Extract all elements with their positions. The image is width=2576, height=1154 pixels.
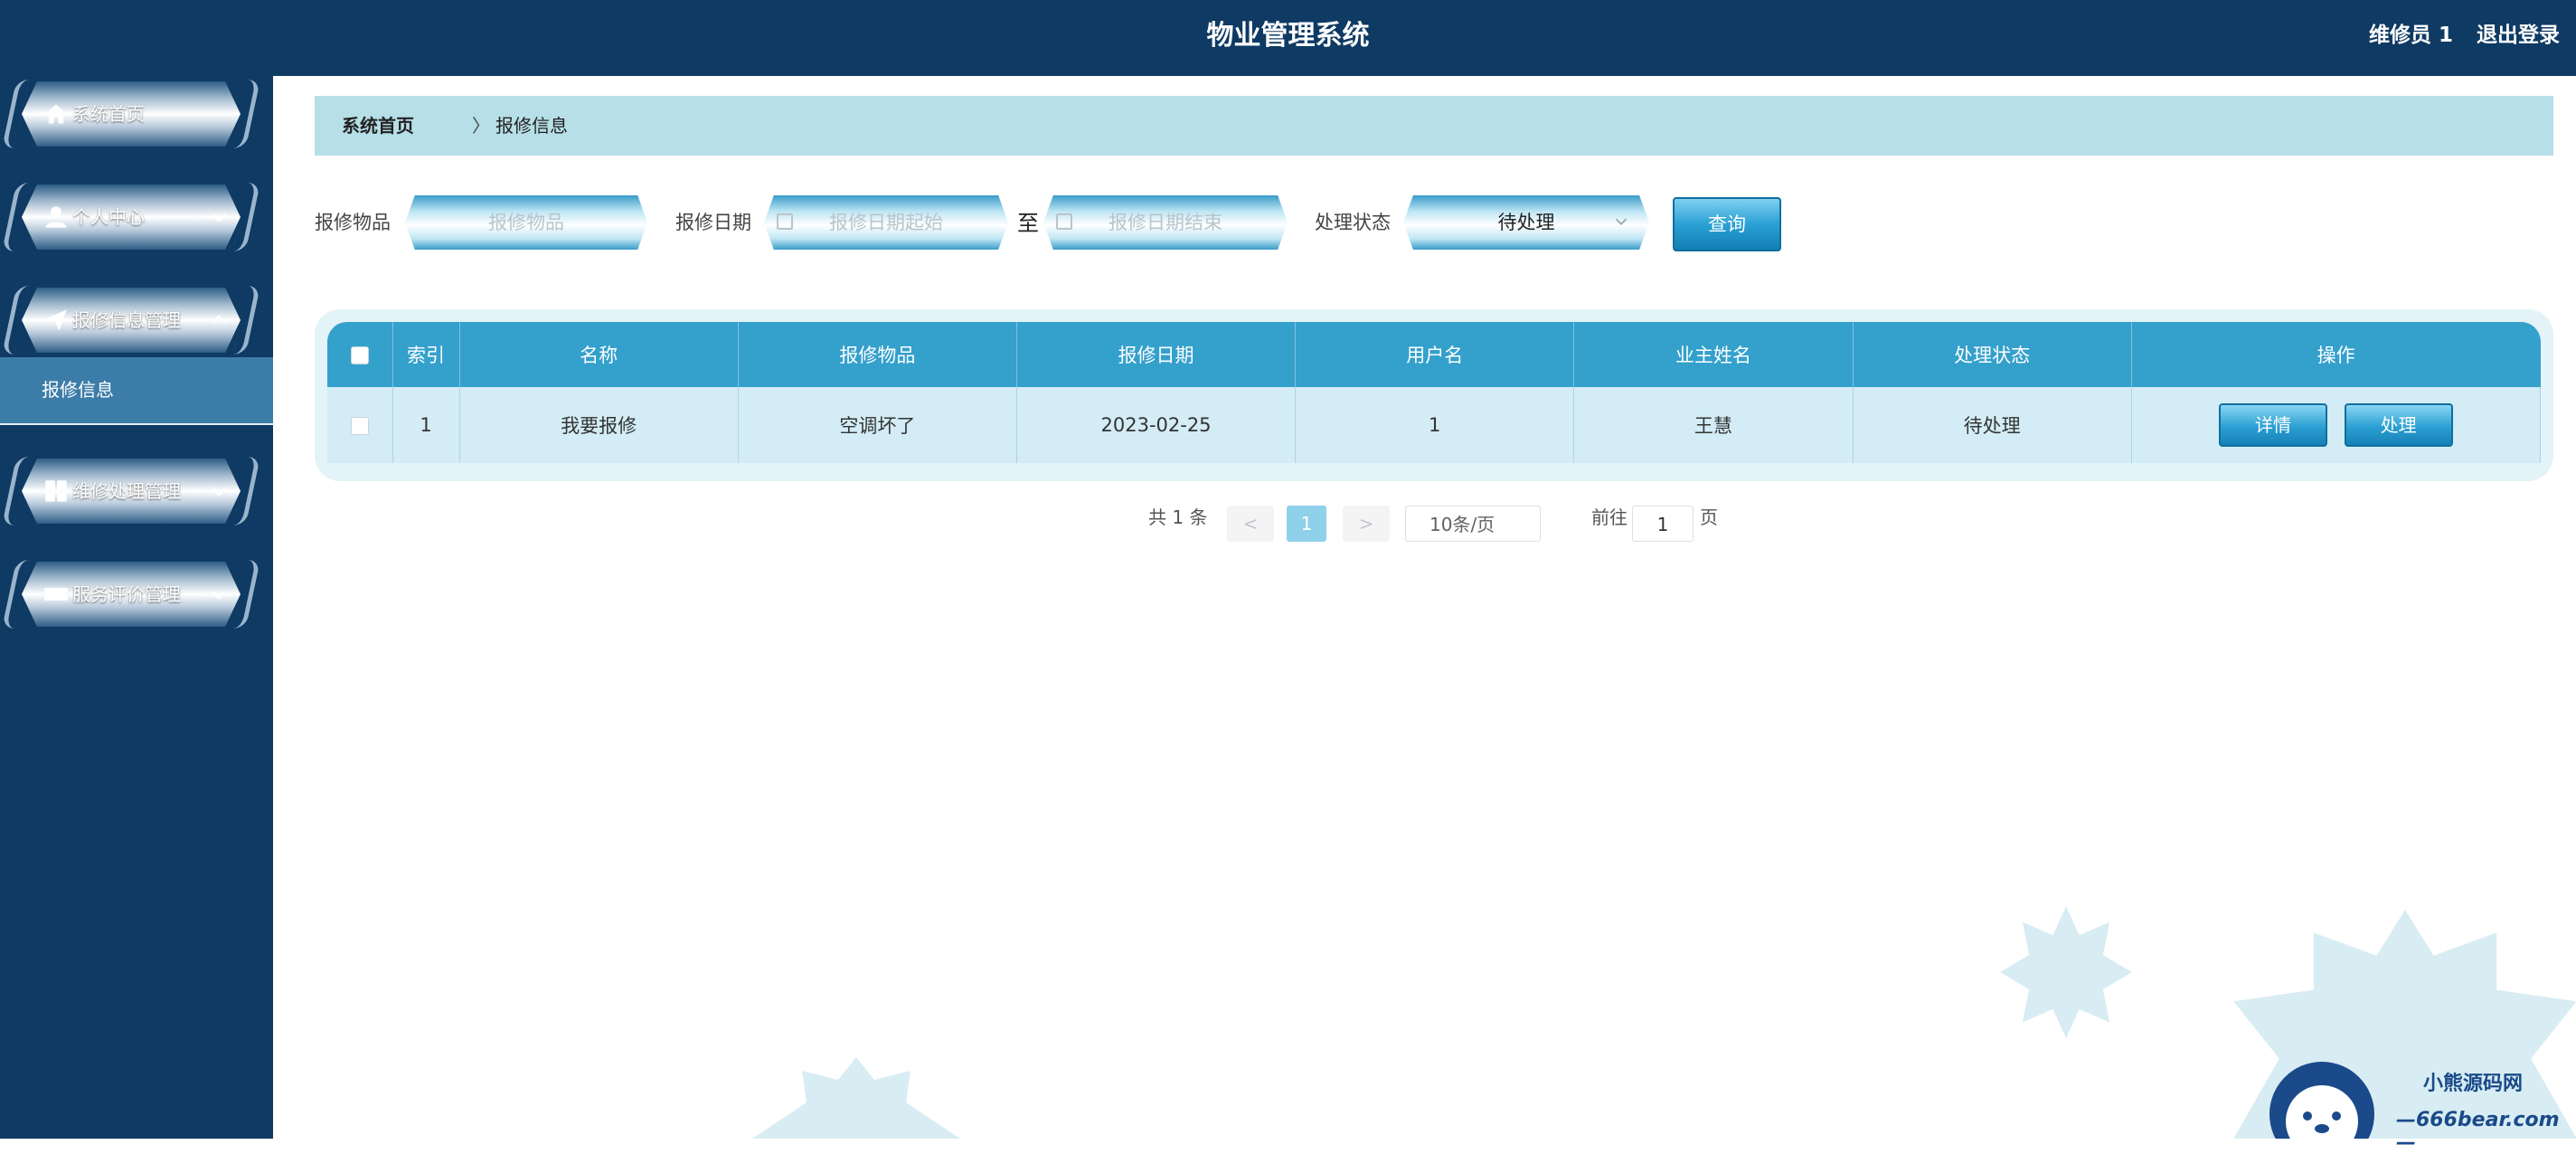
goto-label: 前往 — [1591, 506, 1628, 528]
repair-table: 索引 名称 报修物品 报修日期 用户名 业主姓名 处理状态 操作 1 我要报修 — [327, 322, 2542, 463]
column-header[interactable]: 处理状态 — [1853, 322, 2132, 387]
goto-suffix: 页 — [1700, 506, 1718, 528]
star-decoration — [752, 1057, 960, 1139]
chevron-up-icon — [212, 315, 226, 324]
calendar-icon — [1056, 213, 1072, 230]
breadcrumb: 系统首页 〉 报修信息 — [315, 96, 2553, 156]
column-header[interactable]: 报修日期 — [1016, 322, 1297, 387]
cell-date: 2023-02-25 — [1016, 387, 1297, 463]
user-icon — [45, 206, 67, 228]
chevron-down-icon — [212, 213, 226, 222]
table-header-row: 索引 名称 报修物品 报修日期 用户名 业主姓名 处理状态 操作 — [327, 322, 2541, 387]
cell-actions: 详情 处理 — [2131, 387, 2542, 463]
sidebar-item-label: 系统首页 — [72, 103, 145, 125]
sidebar-item-repair-info[interactable]: 报修信息管理 — [1, 282, 261, 358]
submenu-item-repair-info[interactable]: 报修信息 — [0, 357, 273, 425]
row-checkbox[interactable] — [350, 417, 369, 435]
top-bar: 物业管理系统 维修员 1 退出登录 — [0, 0, 2576, 76]
watermark-text: 小熊源码网 — [2423, 1073, 2524, 1095]
status-select-value: 待处理 — [1497, 212, 1555, 233]
cell-status: 待处理 — [1853, 387, 2132, 463]
status-label: 处理状态 — [1315, 212, 1391, 233]
pagination-total: 共 1 条 — [1148, 506, 1208, 528]
column-header: 操作 — [2131, 322, 2541, 387]
column-header[interactable]: 报修物品 — [738, 322, 1017, 387]
chevron-down-icon — [212, 591, 226, 600]
column-header[interactable]: 名称 — [459, 322, 739, 387]
user-area: 维修员 1 退出登录 — [2353, 0, 2560, 72]
column-header[interactable]: 索引 — [392, 322, 460, 387]
sidebar-item-maintenance[interactable]: 维修处理管理 — [1, 453, 261, 529]
cell-owner: 王慧 — [1573, 387, 1854, 463]
paper-plane-icon — [45, 309, 67, 331]
next-page-button[interactable]: > — [1343, 506, 1390, 542]
table-container: 索引 名称 报修物品 报修日期 用户名 业主姓名 处理状态 操作 1 我要报修 — [315, 309, 2553, 481]
query-button[interactable]: 查询 — [1673, 197, 1781, 251]
repair-item-placeholder: 报修物品 — [488, 212, 564, 233]
cell-username: 1 — [1295, 387, 1575, 463]
grid-icon — [45, 480, 67, 502]
sidebar-item-label: 个人中心 — [72, 206, 145, 228]
date-end-input[interactable]: 报修日期结束 — [1043, 195, 1288, 250]
sidebar-item-home[interactable]: 系统首页 — [1, 76, 261, 152]
process-button[interactable]: 处理 — [2344, 403, 2453, 447]
page-size-select[interactable]: 10条/页 — [1405, 506, 1541, 542]
chevron-down-icon — [212, 487, 226, 497]
ticket-icon — [44, 588, 68, 601]
breadcrumb-home[interactable]: 系统首页 — [342, 96, 414, 156]
sidebar-item-label: 维修处理管理 — [72, 480, 181, 502]
date-start-input[interactable]: 报修日期起始 — [764, 195, 1008, 250]
select-all-header — [327, 322, 393, 387]
sidebar: 系统首页 个人中心 报修信息管理 报修信息 维修处理管理 服务评价管理 — [0, 76, 273, 1139]
cell-name: 我要报修 — [459, 387, 739, 463]
current-user-label: 维修员 1 — [2368, 24, 2453, 47]
date-start-placeholder: 报修日期起始 — [829, 212, 943, 233]
table-row: 1 我要报修 空调坏了 2023-02-25 1 王慧 待处理 详情 处理 — [327, 387, 2542, 463]
goto-page-input[interactable]: 1 — [1632, 506, 1694, 542]
main-content: 系统首页 〉 报修信息 报修物品 报修物品 报修日期 报修日期起始 至 报修日期… — [273, 76, 2576, 1139]
watermark-url: —666bear.com— — [2396, 1109, 2560, 1154]
row-select-cell — [327, 387, 393, 463]
sidebar-item-profile[interactable]: 个人中心 — [1, 179, 261, 255]
sidebar-item-label: 服务评价管理 — [72, 583, 181, 605]
sidebar-item-label: 报修信息管理 — [72, 309, 181, 331]
system-title: 物业管理系统 — [1206, 20, 1370, 52]
home-icon — [45, 104, 67, 124]
star-decoration — [2000, 906, 2132, 1038]
logout-link[interactable]: 退出登录 — [2477, 24, 2560, 47]
repair-item-input[interactable]: 报修物品 — [405, 195, 647, 250]
sidebar-item-evaluation[interactable]: 服务评价管理 — [1, 556, 261, 632]
date-end-placeholder: 报修日期结束 — [1109, 212, 1222, 233]
breadcrumb-current: 报修信息 — [495, 115, 568, 137]
select-all-checkbox[interactable] — [350, 346, 369, 364]
column-header[interactable]: 用户名 — [1295, 322, 1575, 387]
chevron-down-icon — [1615, 218, 1628, 226]
date-range-separator: 至 — [1017, 211, 1039, 236]
calendar-icon — [777, 213, 793, 230]
prev-page-button[interactable]: < — [1227, 506, 1274, 542]
cell-index: 1 — [392, 387, 460, 463]
page-size-value: 10条/页 — [1430, 514, 1496, 535]
status-select[interactable]: 待处理 — [1403, 195, 1649, 250]
submenu-item-label: 报修信息 — [42, 379, 114, 401]
breadcrumb-separator: 〉 — [472, 115, 490, 137]
column-header[interactable]: 业主姓名 — [1573, 322, 1854, 387]
repair-date-label: 报修日期 — [675, 212, 751, 233]
cell-item: 空调坏了 — [738, 387, 1017, 463]
page-number-button[interactable]: 1 — [1287, 506, 1326, 542]
repair-item-label: 报修物品 — [315, 212, 391, 233]
detail-button[interactable]: 详情 — [2219, 403, 2327, 447]
